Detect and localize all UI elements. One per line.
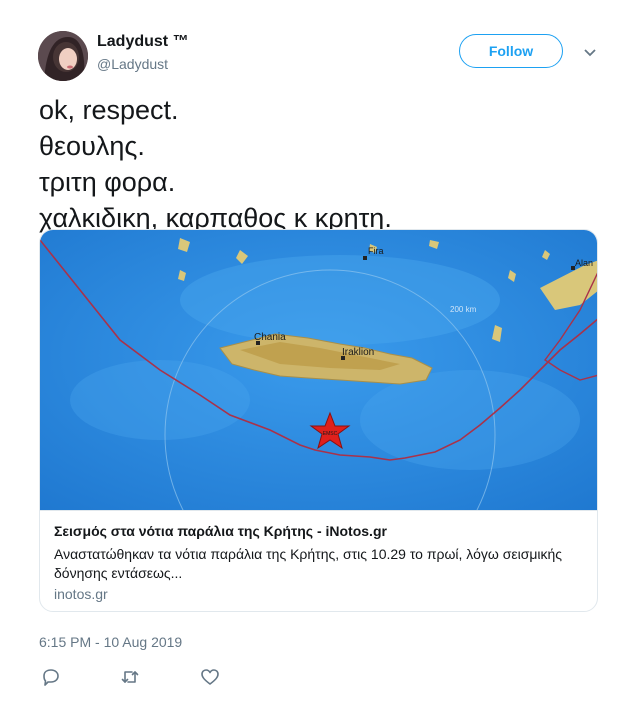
map-label-chania: Chania <box>254 332 286 343</box>
map-label-distance: 200 km <box>450 305 477 314</box>
display-name[interactable]: Ladydust ™ <box>97 33 189 51</box>
map-label-alan: Alan <box>575 258 593 268</box>
chevron-down-icon[interactable] <box>582 44 598 60</box>
tweet-line: θεουλης. <box>39 131 145 161</box>
earthquake-map-image: Fira Chania Iraklion Alan 200 km EMSC <box>40 230 597 510</box>
reply-icon[interactable] <box>41 667 61 687</box>
avatar[interactable] <box>38 31 88 81</box>
user-handle[interactable]: @Ladydust <box>97 56 168 72</box>
tweet-text: ok, respect. θεουλης. τριτη φορα. χαλκιδ… <box>39 92 392 236</box>
card-domain: inotos.gr <box>54 586 108 602</box>
map-label-iraklion: Iraklion <box>342 347 374 358</box>
link-card[interactable]: Fira Chania Iraklion Alan 200 km EMSC Σε… <box>39 229 598 612</box>
retweet-icon[interactable] <box>120 667 140 687</box>
tweet-timestamp[interactable]: 6:15 PM - 10 Aug 2019 <box>39 634 182 650</box>
map-label-marker: EMSC <box>323 431 338 437</box>
follow-button[interactable]: Follow <box>459 34 563 68</box>
map-label-fira: Fira <box>368 246 384 256</box>
card-title[interactable]: Σεισμός στα νότια παράλια της Κρήτης - i… <box>54 523 387 539</box>
tweet-line: τριτη φορα. <box>39 167 176 197</box>
tweet-line: ok, respect. <box>39 95 179 125</box>
card-description: Αναστατώθηκαν τα νότια παράλια της Κρήτη… <box>54 546 563 581</box>
heart-icon[interactable] <box>200 667 220 687</box>
